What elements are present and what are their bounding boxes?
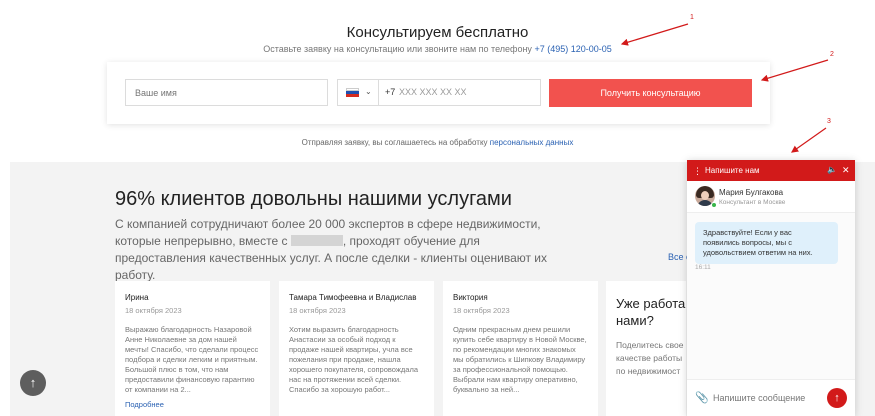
get-consultation-button[interactable]: Получить консультацию (549, 79, 752, 107)
review-text: Одним прекрасным днем решили купить себе… (453, 325, 587, 394)
message-time: 16:11 (695, 264, 711, 271)
consultation-subtitle: Оставьте заявку на консультацию или звон… (0, 44, 875, 54)
question-line-2: нами? (616, 313, 654, 328)
operator-name: Мария Булгакова (719, 188, 784, 197)
arrow-up-icon: ↑ (834, 392, 840, 404)
review-more-link[interactable]: Подробнее (125, 400, 260, 409)
arrow-up-icon: ↑ (29, 375, 37, 390)
leave-review-question: Уже работа нами? (616, 295, 686, 329)
agreement-label: Отправляя заявку, вы соглашаетесь на обр… (301, 138, 488, 147)
desc-line-2: качестве работы (616, 353, 683, 363)
review-date: 18 октября 2023 (289, 306, 346, 315)
chat-widget: ⋮ Напишите нам 🔈 ✕ Мария Булгакова Консу… (687, 160, 855, 416)
consultation-section: Консультируем бесплатно Оставьте заявку … (0, 0, 875, 162)
review-card: Ирина 18 октября 2023 Выражаю благодарно… (115, 281, 270, 416)
chevron-down-icon: ⌄ (365, 87, 372, 96)
review-date: 18 октября 2023 (125, 306, 182, 315)
phone-link[interactable]: +7 (495) 120-00-05 (534, 44, 611, 54)
consultation-form: ⌄ +7 XXX XXX XX XX Получить консультацию (107, 62, 770, 124)
online-status-icon (711, 202, 717, 208)
review-card: Тамара Тимофеевна и Владислав 18 октября… (279, 281, 434, 416)
annotation-number-3: 3 (827, 118, 831, 125)
phone-code: +7 (385, 87, 396, 97)
chat-header: ⋮ Напишите нам 🔈 ✕ (687, 160, 855, 181)
close-icon[interactable]: ✕ (842, 165, 850, 176)
blurred-company-name (290, 235, 343, 246)
chat-operator: Мария Булгакова Консультант в Москве (687, 181, 855, 213)
desc-line-1: Поделитесь свое (616, 340, 684, 350)
chat-title: Напишите нам (705, 166, 760, 175)
send-button[interactable]: ↑ (827, 388, 847, 408)
annotation-number-1: 1 (690, 14, 694, 21)
desc-line-3: по недвижимост (616, 366, 681, 376)
scroll-top-button[interactable]: ↑ (20, 370, 46, 396)
review-text: Выражаю благодарность Назаровой Анне Ник… (125, 325, 259, 394)
question-line-1: Уже работа (616, 296, 686, 311)
review-author: Тамара Тимофеевна и Владислав (289, 293, 417, 302)
review-date: 18 октября 2023 (453, 306, 510, 315)
phone-field[interactable]: ⌄ +7 XXX XXX XX XX (337, 79, 541, 106)
reviews-lead: С компанией сотрудничают более 20 000 эк… (115, 216, 565, 284)
name-input[interactable] (125, 79, 328, 106)
personal-data-link[interactable]: персональных данных (490, 138, 574, 147)
review-card: Виктория 18 октября 2023 Одним прекрасны… (443, 281, 598, 416)
reviews-heading: 96% клиентов довольны нашими услугами (115, 188, 512, 210)
review-author: Виктория (453, 293, 488, 302)
annotation-number-2: 2 (830, 51, 834, 58)
message-input[interactable]: Напишите сообщение (713, 393, 805, 403)
consultation-subtitle-text: Оставьте заявку на консультацию или звон… (263, 44, 532, 54)
chat-message: Здравствуйте! Если у вас появились вопро… (695, 222, 838, 264)
review-text: Хотим выразить благодарность Анастасии з… (289, 325, 418, 394)
leave-review-desc: Поделитесь свое качестве работы по недви… (616, 339, 684, 378)
agreement-text: Отправляя заявку, вы соглашаетесь на обр… (0, 138, 875, 147)
chat-input-bar: 📎 Напишите сообщение ↑ (687, 379, 855, 416)
phone-mask: XXX XXX XX XX (399, 87, 467, 97)
review-author: Ирина (125, 293, 149, 302)
sound-icon[interactable]: 🔈 (827, 165, 837, 174)
chat-messages[interactable]: Здравствуйте! Если у вас появились вопро… (687, 213, 855, 381)
country-select[interactable]: ⌄ (338, 80, 379, 105)
leave-review-card: Уже работа нами? Поделитесь свое качеств… (606, 281, 686, 416)
paperclip-icon[interactable]: 📎 (695, 391, 709, 404)
russia-flag-icon (346, 88, 359, 97)
menu-dots-icon[interactable]: ⋮ (693, 166, 702, 177)
operator-role: Консультант в Москве (719, 199, 786, 206)
consultation-title: Консультируем бесплатно (346, 24, 529, 41)
